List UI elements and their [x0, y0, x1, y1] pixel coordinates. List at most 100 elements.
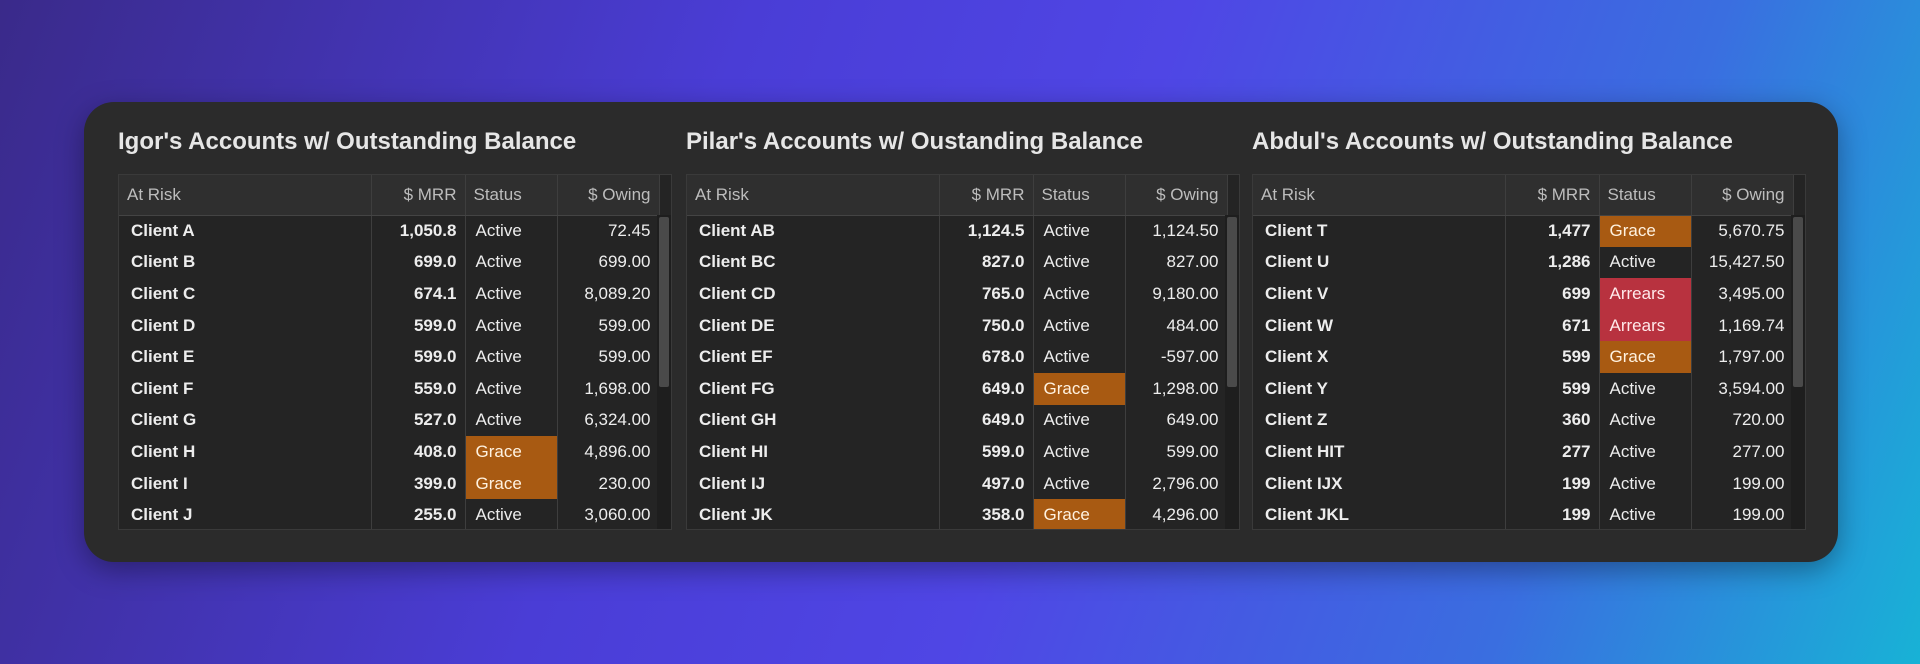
mrr-cell: 678.0	[939, 341, 1034, 373]
column-header-status[interactable]: Status	[1033, 175, 1126, 216]
accounts-table: At Risk $ MRR Status $ Owing Client A 1,0…	[119, 175, 660, 529]
status-cell: Active	[1033, 436, 1126, 468]
owing-cell: 1,698.00	[557, 372, 660, 405]
table-row[interactable]: Client HIT 277 Active 277.00	[1253, 436, 1794, 468]
table-row[interactable]: Client IJX 199 Active 199.00	[1253, 467, 1794, 500]
owing-cell: 599.00	[557, 309, 660, 342]
table-row[interactable]: Client EF 678.0 Active -597.00	[687, 341, 1228, 373]
column-header-mrr[interactable]: $ MRR	[371, 175, 466, 216]
table-row[interactable]: Client H 408.0 Grace 4,896.00	[119, 436, 660, 468]
status-cell: Active	[1599, 246, 1692, 279]
client-name-cell: Client GH	[687, 404, 940, 437]
scrollbar[interactable]	[1791, 215, 1805, 529]
owing-cell: 649.00	[1125, 404, 1228, 437]
accounts-table-igor[interactable]: At Risk $ MRR Status $ Owing Client A 1,0…	[118, 174, 672, 530]
mrr-cell: 599	[1505, 341, 1600, 373]
scrollbar-thumb[interactable]	[659, 217, 669, 387]
dashboard-card: Igor's Accounts w/ Outstanding Balance A…	[84, 102, 1838, 562]
accounts-table-abdul[interactable]: At Risk $ MRR Status $ Owing Client T 1,4…	[1252, 174, 1806, 530]
owing-cell: 199.00	[1691, 499, 1794, 529]
scrollbar[interactable]	[657, 215, 671, 529]
mrr-cell: 599	[1505, 372, 1600, 405]
table-row[interactable]: Client V 699 Arrears 3,495.00	[1253, 278, 1794, 310]
column-header-mrr[interactable]: $ MRR	[1505, 175, 1600, 216]
scrollbar-thumb[interactable]	[1227, 217, 1237, 387]
table-row[interactable]: Client FG 649.0 Grace 1,298.00	[687, 372, 1228, 405]
column-header-at-risk[interactable]: At Risk	[119, 175, 372, 216]
mrr-cell: 674.1	[371, 278, 466, 310]
status-cell: Grace	[1599, 341, 1692, 373]
status-cell: Arrears	[1599, 309, 1692, 342]
scrollbar-thumb[interactable]	[1793, 217, 1803, 387]
table-row[interactable]: Client I 399.0 Grace 230.00	[119, 467, 660, 500]
table-row[interactable]: Client F 559.0 Active 1,698.00	[119, 372, 660, 405]
owing-cell: 484.00	[1125, 309, 1228, 342]
column-header-owing[interactable]: $ Owing	[557, 175, 660, 216]
status-cell: Grace	[465, 467, 558, 500]
table-row[interactable]: Client D 599.0 Active 599.00	[119, 309, 660, 342]
table-row[interactable]: Client X 599 Grace 1,797.00	[1253, 341, 1794, 373]
column-header-status[interactable]: Status	[465, 175, 558, 216]
table-row[interactable]: Client T 1,477 Grace 5,670.75	[1253, 215, 1794, 247]
owing-cell: 1,797.00	[1691, 341, 1794, 373]
table-row[interactable]: Client HI 599.0 Active 599.00	[687, 436, 1228, 468]
mrr-cell: 1,286	[1505, 246, 1600, 279]
table-header-row: At Risk $ MRR Status $ Owing	[687, 175, 1228, 216]
mrr-cell: 765.0	[939, 278, 1034, 310]
status-cell: Active	[1599, 467, 1692, 500]
table-row[interactable]: Client CD 765.0 Active 9,180.00	[687, 278, 1228, 310]
mrr-cell: 277	[1505, 436, 1600, 468]
table-row[interactable]: Client DE 750.0 Active 484.00	[687, 309, 1228, 342]
mrr-cell: 649.0	[939, 404, 1034, 437]
table-row[interactable]: Client G 527.0 Active 6,324.00	[119, 404, 660, 437]
table-row[interactable]: Client Z 360 Active 720.00	[1253, 404, 1794, 437]
client-name-cell: Client Z	[1253, 404, 1506, 437]
scrollbar[interactable]	[1225, 215, 1239, 529]
table-row[interactable]: Client AB 1,124.5 Active 1,124.50	[687, 215, 1228, 247]
owing-cell: 8,089.20	[557, 278, 660, 310]
client-name-cell: Client A	[119, 215, 372, 247]
column-header-at-risk[interactable]: At Risk	[687, 175, 940, 216]
client-name-cell: Client X	[1253, 341, 1506, 373]
owing-cell: 277.00	[1691, 436, 1794, 468]
table-row[interactable]: Client U 1,286 Active 15,427.50	[1253, 246, 1794, 279]
table-row[interactable]: Client GH 649.0 Active 649.00	[687, 404, 1228, 437]
column-header-status[interactable]: Status	[1599, 175, 1692, 216]
column-header-owing[interactable]: $ Owing	[1125, 175, 1228, 216]
client-name-cell: Client G	[119, 404, 372, 437]
status-cell: Active	[465, 341, 558, 373]
mrr-cell: 599.0	[371, 341, 466, 373]
status-cell: Active	[465, 215, 558, 247]
owing-cell: 5,670.75	[1691, 215, 1794, 247]
table-row[interactable]: Client JK 358.0 Grace 4,296.00	[687, 499, 1228, 529]
column-header-mrr[interactable]: $ MRR	[939, 175, 1034, 216]
mrr-cell: 671	[1505, 309, 1600, 342]
owing-cell: 4,296.00	[1125, 499, 1228, 529]
client-name-cell: Client Y	[1253, 372, 1506, 405]
table-row[interactable]: Client C 674.1 Active 8,089.20	[119, 278, 660, 310]
table-row[interactable]: Client A 1,050.8 Active 72.45	[119, 215, 660, 247]
client-name-cell: Client EF	[687, 341, 940, 373]
table-row[interactable]: Client B 699.0 Active 699.00	[119, 246, 660, 279]
table-row[interactable]: Client Y 599 Active 3,594.00	[1253, 372, 1794, 405]
client-name-cell: Client V	[1253, 278, 1506, 310]
mrr-cell: 358.0	[939, 499, 1034, 529]
table-row[interactable]: Client W 671 Arrears 1,169.74	[1253, 309, 1794, 342]
table-row[interactable]: Client E 599.0 Active 599.00	[119, 341, 660, 373]
table-row[interactable]: Client BC 827.0 Active 827.00	[687, 246, 1228, 279]
table-body: Client T 1,477 Grace 5,670.75 Client U 1,286 A…	[1253, 215, 1794, 529]
owing-cell: 4,896.00	[557, 436, 660, 468]
status-cell: Active	[465, 278, 558, 310]
accounts-table: At Risk $ MRR Status $ Owing Client AB 1,…	[687, 175, 1228, 529]
client-name-cell: Client C	[119, 278, 372, 310]
owing-cell: 6,324.00	[557, 404, 660, 437]
client-name-cell: Client JKL	[1253, 499, 1506, 529]
column-header-at-risk[interactable]: At Risk	[1253, 175, 1506, 216]
mrr-cell: 599.0	[371, 309, 466, 342]
column-header-owing[interactable]: $ Owing	[1691, 175, 1794, 216]
accounts-table-pilar[interactable]: At Risk $ MRR Status $ Owing Client AB 1,…	[686, 174, 1240, 530]
owing-cell: 3,060.00	[557, 499, 660, 529]
table-row[interactable]: Client IJ 497.0 Active 2,796.00	[687, 467, 1228, 500]
table-row[interactable]: Client J 255.0 Active 3,060.00	[119, 499, 660, 529]
table-row[interactable]: Client JKL 199 Active 199.00	[1253, 499, 1794, 529]
